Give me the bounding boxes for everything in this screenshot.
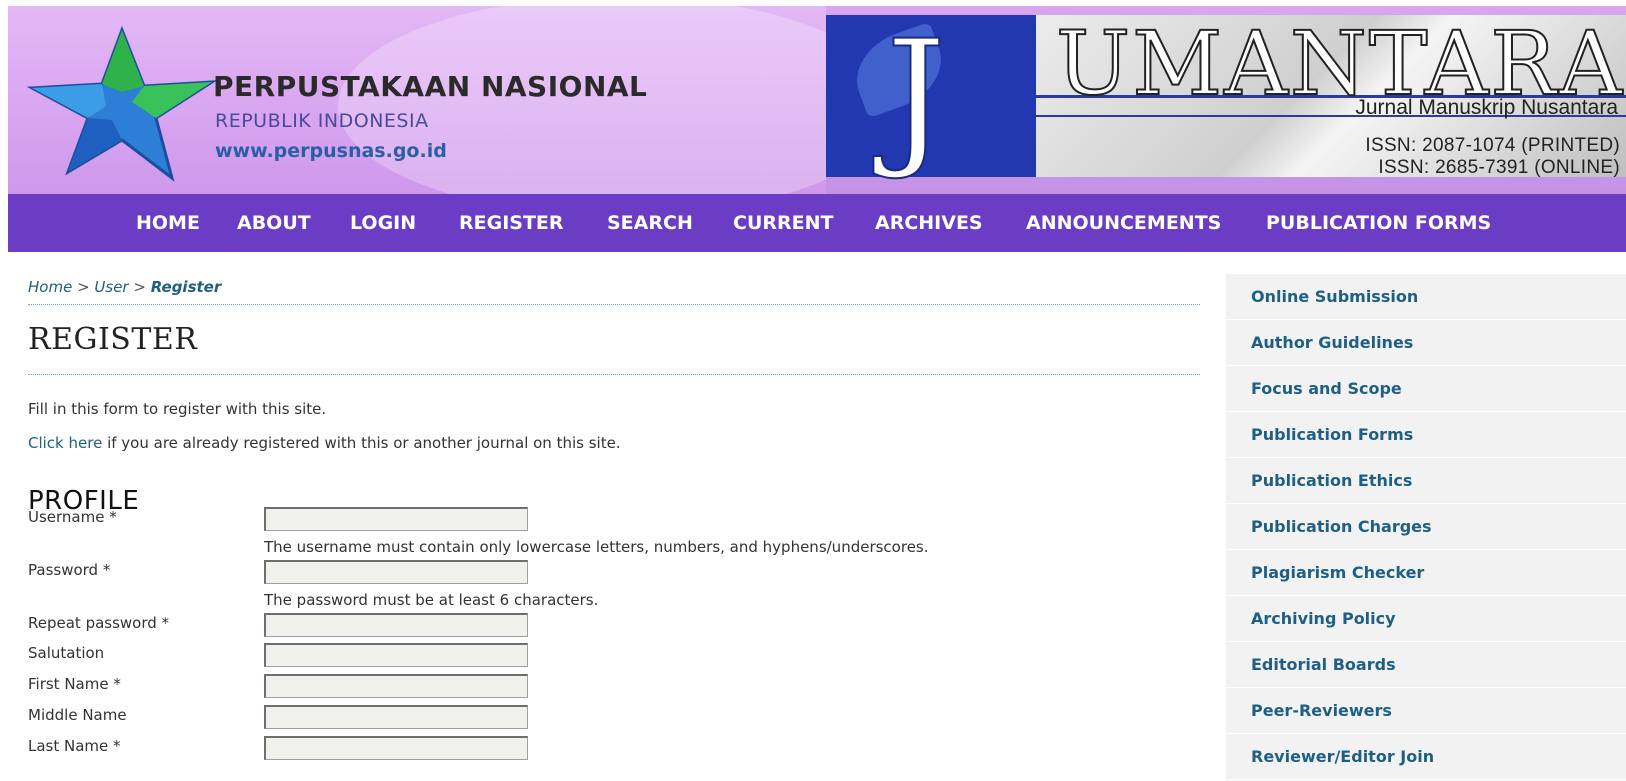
repeat-password-input[interactable]: [264, 613, 528, 637]
repeat-password-label: Repeat password *: [28, 614, 170, 632]
perpusnas-star-logo-icon: [26, 25, 218, 182]
perpusnas-banner[interactable]: PERPUSTAKAAN NASIONAL REPUBLIK INDONESIA…: [8, 6, 826, 194]
breadcrumb-separator: >: [72, 278, 95, 296]
sidebar-item-publication-forms[interactable]: Publication Forms: [1226, 412, 1626, 458]
divider: [28, 374, 1200, 375]
sidebar-item-plagiarism-checker[interactable]: Plagiarism Checker: [1226, 550, 1626, 596]
main-navigation: HOME ABOUT LOGIN REGISTER SEARCH CURRENT…: [8, 194, 1626, 252]
issn-printed: ISSN: 2087-1074 (PRINTED): [1365, 135, 1620, 156]
sidebar-item-online-submission[interactable]: Online Submission: [1226, 274, 1626, 320]
journal-logo-letter: J: [885, 9, 947, 183]
nav-archives[interactable]: ARCHIVES: [875, 212, 983, 234]
journal-logo-box: J: [826, 15, 1036, 177]
sidebar-item-archiving-policy[interactable]: Archiving Policy: [1226, 596, 1626, 642]
click-here-link[interactable]: Click here: [28, 434, 102, 452]
intro-text: Fill in this form to register with this …: [28, 400, 327, 418]
nav-announcements[interactable]: ANNOUNCEMENTS: [1026, 212, 1221, 234]
sidebar-item-reviewer-editor-join[interactable]: Reviewer/Editor Join: [1226, 734, 1626, 780]
password-help: The password must be at least 6 characte…: [264, 591, 599, 609]
username-input[interactable]: [264, 507, 528, 531]
library-subtitle: REPUBLIK INDONESIA: [215, 110, 429, 132]
middle-name-label: Middle Name: [28, 706, 127, 724]
issn-online: ISSN: 2685-7391 (ONLINE): [1378, 157, 1620, 178]
nav-current[interactable]: CURRENT: [733, 212, 833, 234]
sidebar-item-focus-and-scope[interactable]: Focus and Scope: [1226, 366, 1626, 412]
nav-home[interactable]: HOME: [136, 212, 200, 234]
middle-name-input[interactable]: [264, 705, 528, 729]
password-label: Password *: [28, 561, 111, 579]
first-name-input[interactable]: [264, 674, 528, 698]
username-label: Username *: [28, 508, 117, 526]
sidebar: Online Submission Author Guidelines Focu…: [1226, 274, 1626, 781]
journal-banner[interactable]: J UMANTARA Jurnal Manuskrip Nusantara IS…: [826, 6, 1626, 194]
library-name: PERPUSTAKAAN NASIONAL: [213, 70, 648, 103]
page-title: REGISTER: [28, 322, 198, 357]
journal-title: UMANTARA: [1055, 12, 1625, 115]
breadcrumb-home[interactable]: Home: [28, 278, 72, 296]
main-content: Home > User > Register REGISTER Fill in …: [28, 252, 1200, 781]
sidebar-item-publication-charges[interactable]: Publication Charges: [1226, 504, 1626, 550]
breadcrumb: Home > User > Register: [28, 278, 221, 296]
breadcrumb-separator: >: [128, 278, 151, 296]
already-registered-text: Click here if you are already registered…: [28, 434, 621, 452]
first-name-label: First Name *: [28, 675, 121, 693]
library-url[interactable]: www.perpusnas.go.id: [215, 140, 447, 162]
already-registered-rest: if you are already registered with this …: [102, 434, 621, 452]
sidebar-item-author-guidelines[interactable]: Author Guidelines: [1226, 320, 1626, 366]
salutation-input[interactable]: [264, 643, 528, 667]
password-input[interactable]: [264, 560, 528, 584]
sidebar-item-peer-reviewers[interactable]: Peer-Reviewers: [1226, 688, 1626, 734]
last-name-input[interactable]: [264, 736, 528, 760]
nav-register[interactable]: REGISTER: [459, 212, 564, 234]
nav-search[interactable]: SEARCH: [607, 212, 693, 234]
nav-login[interactable]: LOGIN: [350, 212, 416, 234]
username-help: The username must contain only lowercase…: [264, 538, 929, 556]
last-name-label: Last Name *: [28, 737, 121, 755]
journal-subtitle: Jurnal Manuskrip Nusantara: [1355, 96, 1618, 119]
site-header: PERPUSTAKAAN NASIONAL REPUBLIK INDONESIA…: [0, 0, 1626, 194]
nav-publication-forms[interactable]: PUBLICATION FORMS: [1266, 212, 1491, 234]
breadcrumb-current[interactable]: Register: [151, 278, 222, 296]
sidebar-item-editorial-boards[interactable]: Editorial Boards: [1226, 642, 1626, 688]
salutation-label: Salutation: [28, 644, 105, 662]
divider: [28, 304, 1200, 305]
breadcrumb-user[interactable]: User: [94, 278, 128, 296]
nav-about[interactable]: ABOUT: [237, 212, 311, 234]
sidebar-item-publication-ethics[interactable]: Publication Ethics: [1226, 458, 1626, 504]
